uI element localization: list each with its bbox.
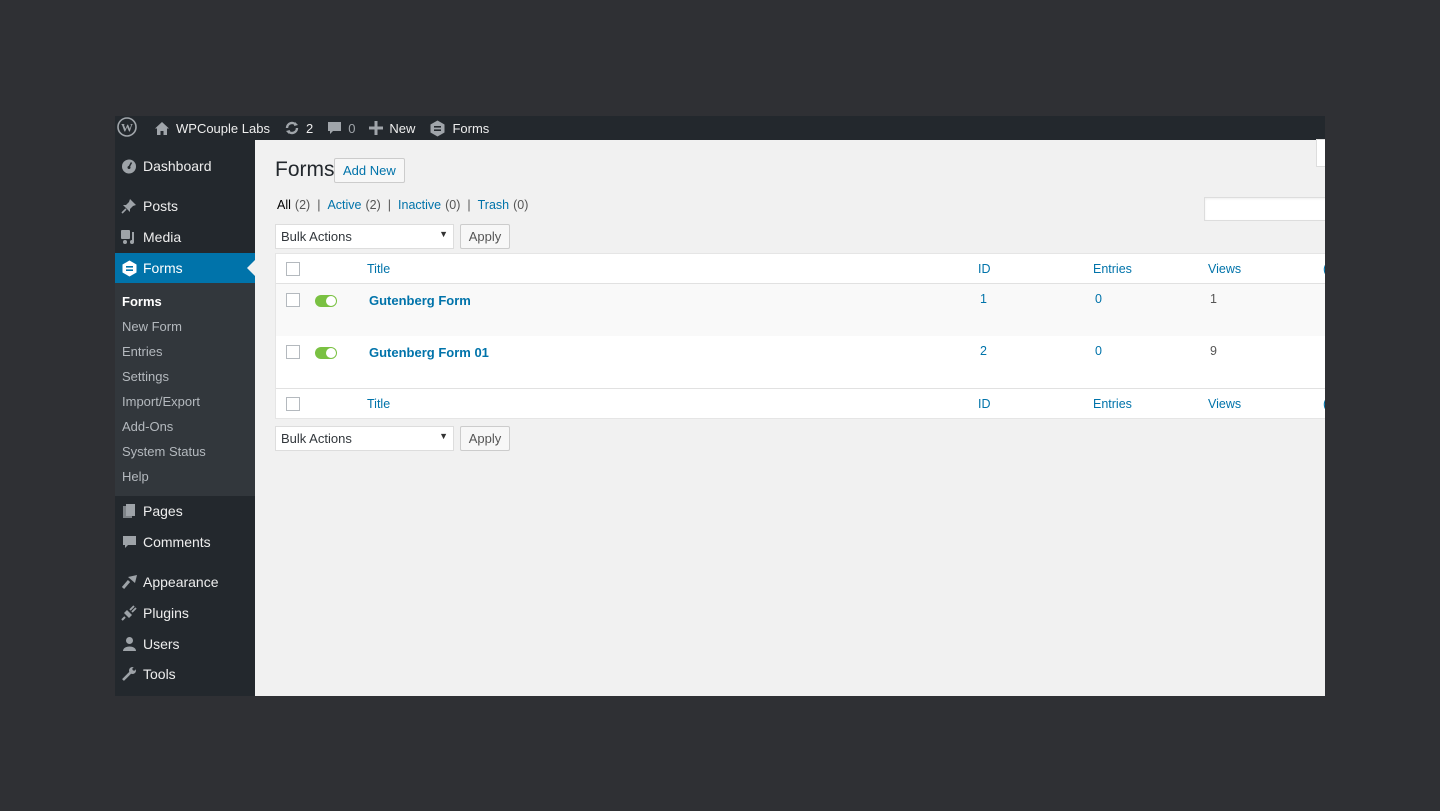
wp-admin-window: W WPCouple Labs 2 0 New Forms Dashboard … (115, 116, 1325, 696)
forms-submenu: Forms New Form Entries Settings Import/E… (115, 283, 255, 496)
bulk-actions-select-top[interactable]: Bulk Actions ▼ (275, 224, 454, 249)
forms-label: Forms (452, 120, 490, 136)
pin-icon (115, 198, 143, 214)
filter-separator: | (387, 198, 392, 212)
updates-link[interactable]: 2 (277, 116, 320, 140)
menu-dashboard[interactable]: Dashboard (115, 151, 255, 181)
apply-button-top[interactable]: Apply (460, 224, 510, 249)
updates-count: 2 (305, 120, 314, 136)
chevron-down-icon: ▼ (439, 229, 448, 239)
svg-text:W: W (121, 120, 133, 134)
filter-separator: | (467, 198, 471, 212)
table-row: Gutenberg Form 1 0 1 (276, 284, 1325, 336)
main-content: Forms Add New All (2) | Active (2) | Inact… (275, 140, 1325, 696)
filter-inactive[interactable]: Inactive (0) (398, 198, 460, 212)
table-header: Title ID Entries Views ( (276, 254, 1325, 284)
column-title[interactable]: Title (367, 262, 390, 276)
select-all-checkbox[interactable] (286, 262, 300, 276)
select-all-checkbox-footer[interactable] (286, 397, 300, 411)
filter-trash[interactable]: Trash (0) (478, 198, 529, 212)
plus-icon (369, 121, 384, 135)
chevron-down-icon: ▼ (439, 431, 448, 441)
brush-icon (115, 574, 143, 590)
form-views: 9 (1210, 344, 1217, 358)
submenu-help[interactable]: Help (122, 469, 149, 484)
column-views[interactable]: Views (1208, 262, 1241, 276)
form-entries[interactable]: 0 (1095, 344, 1102, 358)
filter-separator: | (317, 198, 321, 212)
form-id[interactable]: 2 (980, 344, 987, 358)
plug-icon (115, 605, 143, 621)
column-views-footer[interactable]: Views (1208, 397, 1241, 411)
user-icon (115, 636, 143, 652)
wp-logo-button[interactable]: W (115, 116, 147, 140)
forms-table: Title ID Entries Views ( Gutenberg Form … (275, 253, 1325, 419)
submenu-forms[interactable]: Forms (122, 294, 162, 309)
filter-all[interactable]: All (2) (277, 198, 310, 212)
admin-bar: W WPCouple Labs 2 0 New Forms (115, 116, 1325, 140)
form-entries[interactable]: 0 (1095, 292, 1102, 306)
submenu-settings[interactable]: Settings (122, 369, 169, 384)
menu-forms[interactable]: Forms (115, 253, 255, 283)
form-title-link[interactable]: Gutenberg Form (369, 293, 471, 308)
column-id-footer[interactable]: ID (978, 397, 991, 411)
menu-plugins[interactable]: Plugins (115, 598, 255, 628)
menu-posts[interactable]: Posts (115, 191, 255, 221)
column-entries[interactable]: Entries (1093, 262, 1132, 276)
comment-icon (327, 121, 342, 136)
menu-pages[interactable]: Pages (115, 496, 255, 526)
status-filters: All (2) | Active (2) | Inactive (0) | Trash… (277, 198, 528, 212)
site-name-link[interactable]: WPCouple Labs (147, 116, 277, 140)
forms-icon (115, 260, 143, 277)
comments-count: 0 (348, 120, 356, 136)
submenu-system-status[interactable]: System Status (122, 444, 206, 459)
refresh-icon (284, 120, 300, 136)
form-status-toggle[interactable] (315, 295, 337, 307)
column-title-footer[interactable]: Title (367, 397, 390, 411)
screen-options-tab[interactable] (1317, 140, 1325, 166)
submenu-new-form[interactable]: New Form (122, 319, 182, 334)
forms-adminbar-link[interactable]: Forms (422, 116, 496, 140)
wrench-icon (115, 666, 143, 682)
comment-icon (115, 535, 143, 550)
form-id[interactable]: 1 (980, 292, 987, 306)
submenu-add-ons[interactable]: Add-Ons (122, 419, 173, 434)
row-checkbox[interactable] (286, 293, 300, 307)
table-footer: Title ID Entries Views ( (276, 388, 1325, 418)
column-truncated: ( (1323, 262, 1325, 276)
column-truncated-footer: ( (1323, 397, 1325, 411)
media-icon (115, 229, 143, 245)
admin-sidebar: Dashboard Posts Media Forms Forms New Fo… (115, 140, 255, 696)
new-label: New (389, 120, 416, 136)
forms-icon (429, 120, 446, 137)
column-entries-footer[interactable]: Entries (1093, 397, 1132, 411)
home-icon (154, 121, 170, 136)
form-title-link[interactable]: Gutenberg Form 01 (369, 345, 489, 360)
bulk-actions-select-bottom[interactable]: Bulk Actions ▼ (275, 426, 454, 451)
new-content-link[interactable]: New (362, 116, 422, 140)
add-new-button[interactable]: Add New (334, 158, 405, 183)
search-forms-input[interactable] (1204, 197, 1325, 221)
table-row: Gutenberg Form 01 2 0 9 (276, 336, 1325, 388)
dashboard-icon (115, 158, 143, 174)
menu-users[interactable]: Users (115, 629, 255, 659)
form-status-toggle[interactable] (315, 347, 337, 359)
row-checkbox[interactable] (286, 345, 300, 359)
page-title: Forms (275, 158, 335, 181)
apply-button-bottom[interactable]: Apply (460, 426, 510, 451)
comments-link[interactable]: 0 (320, 116, 362, 140)
wordpress-icon: W (117, 116, 137, 140)
menu-tools[interactable]: Tools (115, 659, 255, 689)
pages-icon (115, 503, 143, 519)
submenu-import-export[interactable]: Import/Export (122, 394, 200, 409)
filter-active[interactable]: Active (2) (327, 198, 380, 212)
menu-comments[interactable]: Comments (115, 527, 255, 557)
menu-appearance[interactable]: Appearance (115, 567, 255, 597)
site-name: WPCouple Labs (176, 120, 270, 136)
column-id[interactable]: ID (978, 262, 991, 276)
submenu-entries[interactable]: Entries (122, 344, 162, 359)
form-views: 1 (1210, 292, 1217, 306)
menu-media[interactable]: Media (115, 222, 255, 252)
